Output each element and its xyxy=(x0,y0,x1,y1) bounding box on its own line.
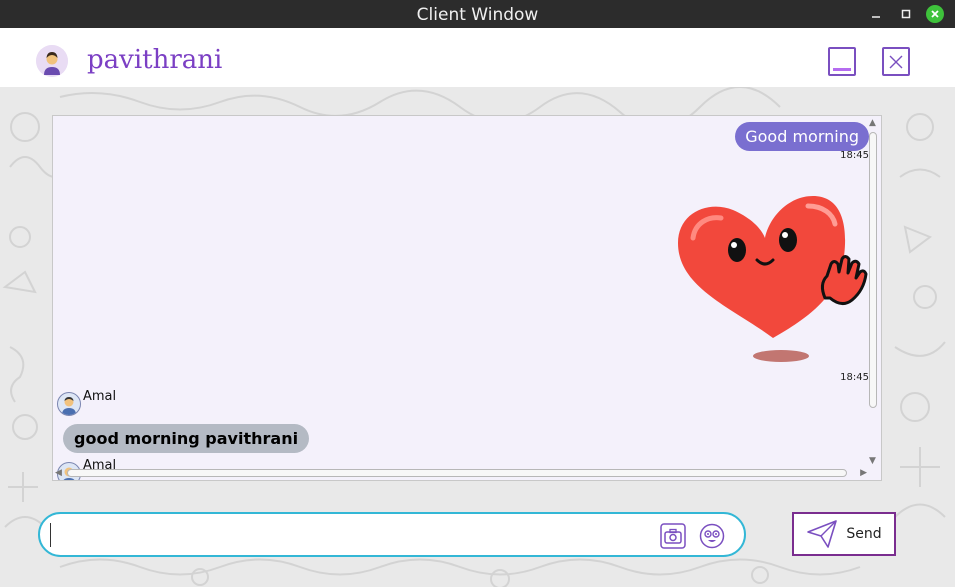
horizontal-scroll-thumb[interactable] xyxy=(67,469,847,477)
scroll-left-icon[interactable]: ◀ xyxy=(55,468,62,478)
horizontal-scrollbar[interactable]: ◀ ▶ xyxy=(55,467,867,479)
chat-username: pavithrani xyxy=(87,45,223,75)
message-input[interactable] xyxy=(54,521,654,549)
window-minimize-icon[interactable] xyxy=(867,5,885,23)
user-avatar[interactable] xyxy=(36,45,68,77)
message-timestamp: 18:45 xyxy=(840,150,869,161)
close-button[interactable] xyxy=(882,47,910,76)
chat-header: pavithrani xyxy=(0,28,955,87)
window-maximize-icon[interactable] xyxy=(897,5,915,23)
minimize-button[interactable] xyxy=(828,47,856,76)
chat-panel[interactable]: Good morning 18:45 18:45 Amal good morni… xyxy=(52,115,882,481)
scroll-right-icon[interactable]: ▶ xyxy=(860,468,867,478)
waving-heart-sticker xyxy=(673,188,868,368)
vertical-scroll-thumb[interactable] xyxy=(869,132,877,408)
send-button[interactable]: Send xyxy=(792,512,896,556)
scroll-up-icon[interactable]: ▲ xyxy=(869,118,876,128)
outgoing-message: Good morning xyxy=(735,122,869,151)
send-label: Send xyxy=(846,526,882,542)
incoming-message: good morning pavithrani xyxy=(63,424,310,453)
message-input-container xyxy=(38,512,746,557)
close-icon xyxy=(889,55,903,68)
message-timestamp: 18:45 xyxy=(840,372,869,383)
sender-name: Amal xyxy=(83,389,117,404)
sender-avatar xyxy=(57,392,81,416)
scroll-down-icon[interactable]: ▼ xyxy=(869,456,876,466)
emoji-icon[interactable] xyxy=(699,523,725,549)
window-titlebar: Client Window xyxy=(0,0,955,28)
send-icon xyxy=(807,520,838,548)
window-close-icon[interactable] xyxy=(926,5,944,23)
text-caret xyxy=(50,523,51,547)
camera-icon[interactable] xyxy=(660,523,686,549)
vertical-scrollbar[interactable]: ▲ ▼ xyxy=(867,118,879,466)
window-title: Client Window xyxy=(416,5,539,25)
